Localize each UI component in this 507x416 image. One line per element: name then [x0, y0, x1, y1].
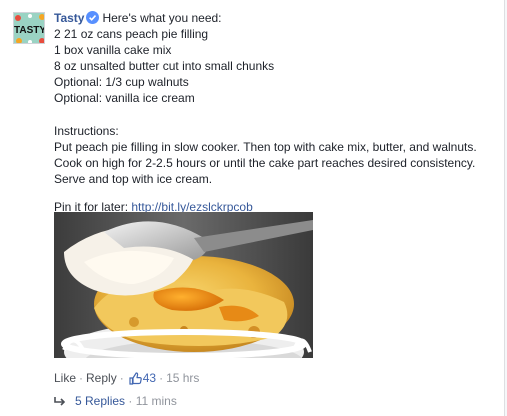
- instructions-text: Put peach pie filling in slow cooker. Th…: [54, 140, 477, 186]
- comment-header: Tasty Here's what you need:: [54, 10, 494, 26]
- separator: ·: [128, 394, 133, 408]
- ingredient-line: Optional: 1/3 cup walnuts: [54, 75, 189, 89]
- reply-button[interactable]: Reply: [86, 371, 117, 385]
- ingredient-line: 1 box vanilla cake mix: [54, 43, 172, 57]
- comment-actions: Like · Reply · 43 · 15 hrs: [54, 370, 199, 386]
- like-count[interactable]: 43: [143, 371, 156, 385]
- timestamp[interactable]: 15 hrs: [166, 371, 199, 385]
- separator: ·: [119, 371, 124, 385]
- comment-body: Tasty Here's what you need: 2 21 oz cans …: [54, 10, 494, 215]
- separator: ·: [79, 371, 84, 385]
- author-name[interactable]: Tasty: [54, 11, 84, 25]
- avatar[interactable]: TASTY: [13, 12, 45, 44]
- tasty-logo-icon: TASTY: [14, 13, 45, 43]
- dessert-photo[interactable]: [54, 212, 313, 358]
- thumbs-up-icon[interactable]: [129, 372, 142, 389]
- reply-arrow-icon: [54, 395, 66, 411]
- ingredients-list: 2 21 oz cans peach pie filling 1 box van…: [54, 26, 494, 106]
- instructions: Instructions: Put peach pie filling in s…: [54, 123, 494, 187]
- comment-panel: TASTY Tasty Here's what you need: 2 21 oz…: [0, 0, 505, 416]
- separator: ·: [159, 371, 164, 385]
- ingredient-line: 2 21 oz cans peach pie filling: [54, 27, 209, 41]
- ingredient-line: 8 oz unsalted butter cut into small chun…: [54, 59, 275, 73]
- replies-link[interactable]: 5 Replies · 11 mins: [54, 393, 177, 409]
- intro-text: Here's what you need:: [102, 11, 222, 25]
- ingredient-line: Optional: vanilla ice cream: [54, 91, 195, 105]
- like-button[interactable]: Like: [54, 371, 76, 385]
- instructions-heading: Instructions:: [54, 124, 119, 138]
- replies-time: 11 mins: [135, 394, 177, 408]
- logo-text: TASTY: [14, 25, 45, 36]
- replies-count[interactable]: 5 Replies: [75, 394, 125, 408]
